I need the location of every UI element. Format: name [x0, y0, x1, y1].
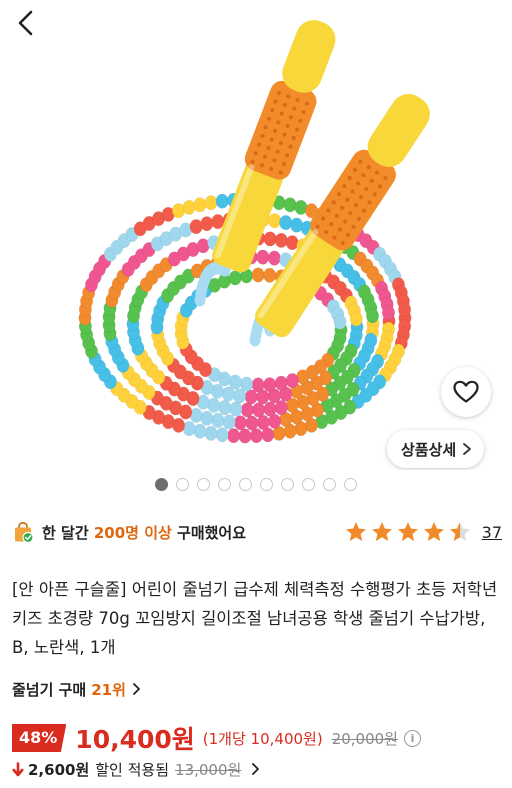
- rank-value: 21위: [91, 680, 126, 699]
- carousel-dot[interactable]: [197, 478, 210, 491]
- carousel-dot[interactable]: [176, 478, 189, 491]
- star-icon: [423, 522, 444, 541]
- review-count-link[interactable]: 37: [482, 523, 502, 542]
- chevron-right-icon: [252, 763, 260, 775]
- original-price: 20,000원: [331, 729, 398, 748]
- coupon-discount-row[interactable]: 2,600원 할인 적용됨 13,000원: [12, 757, 260, 781]
- product-photo-jump-rope: [78, 20, 430, 444]
- star-icon: [449, 522, 470, 541]
- category-rank-link[interactable]: 줄넘기 구매 21위: [12, 676, 141, 702]
- star-icon: [345, 522, 366, 541]
- purchase-summary-row: 한 달간 200명 이상 구매했어요 37: [12, 517, 502, 547]
- carousel-dot[interactable]: [218, 478, 231, 491]
- carousel-dot[interactable]: [239, 478, 252, 491]
- carousel-dot[interactable]: [302, 478, 315, 491]
- heart-icon: [453, 380, 479, 403]
- price-row: 48% 10,400원 (1개당 10,400원) 20,000원 i: [12, 721, 421, 755]
- discount-badge: 48%: [12, 724, 67, 752]
- star-icon: [371, 522, 392, 541]
- sale-price: 10,400원: [75, 725, 195, 754]
- star-icon: [397, 522, 418, 541]
- info-icon[interactable]: i: [403, 729, 421, 747]
- product-detail-label: 상품상세: [401, 440, 457, 459]
- carousel-dot[interactable]: [323, 478, 336, 491]
- product-detail-button[interactable]: 상품상세: [387, 430, 485, 468]
- carousel-dot[interactable]: [281, 478, 294, 491]
- back-arrow-icon: [18, 10, 33, 36]
- purchase-highlight: 200명 이상: [93, 523, 172, 542]
- star-rating[interactable]: 37: [344, 520, 502, 544]
- unit-price: (1개당 10,400원): [202, 729, 323, 748]
- star-rating-stars: [344, 520, 472, 544]
- purchase-suffix: 구매했어요: [171, 523, 247, 542]
- carousel-dot[interactable]: [344, 478, 357, 491]
- pre-coupon-price: 13,000원: [175, 760, 242, 779]
- product-title: [안 아픈 구슬줄] 어린이 줄넘기 급수제 체력측정 수행평가 초등 저학년 …: [12, 580, 498, 657]
- chevron-right-icon: [133, 683, 140, 695]
- product-image-area[interactable]: 상품상세: [0, 0, 512, 470]
- back-button[interactable]: [12, 8, 42, 38]
- carousel-dot[interactable]: [260, 478, 273, 491]
- shopping-bag-icon: [12, 521, 34, 544]
- carousel-dot[interactable]: [155, 478, 168, 491]
- chevron-right-icon: [463, 443, 472, 455]
- purchase-count-text: 한 달간 200명 이상 구매했어요: [42, 522, 246, 543]
- coupon-label: 할인 적용됨: [95, 760, 170, 779]
- coupon-amount: 2,600원: [28, 760, 90, 779]
- favorite-button[interactable]: [441, 367, 491, 417]
- image-carousel-indicator[interactable]: [0, 478, 512, 491]
- purchase-prefix: 한 달간: [42, 523, 94, 542]
- rank-category-label: 줄넘기 구매: [12, 680, 87, 699]
- down-arrow-icon: [12, 761, 24, 776]
